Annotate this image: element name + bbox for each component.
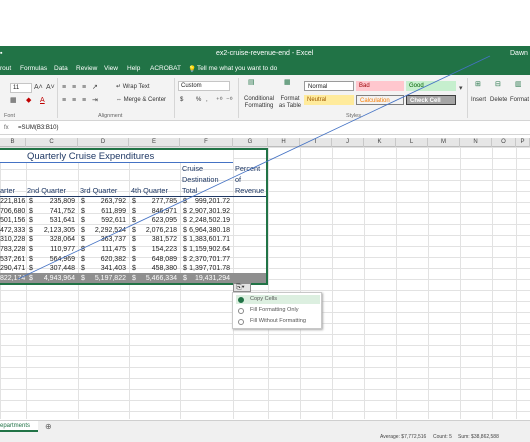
- status-count: Count: 5: [433, 434, 452, 440]
- paste-options-menu: Copy Cells Fill Formatting Only Fill Wit…: [232, 292, 322, 329]
- status-average: Average: $7,772,516: [380, 434, 427, 440]
- sheet-tab-bar: epartments ⊕: [0, 420, 530, 432]
- connector-line: [17, 55, 491, 280]
- connector-line-layer: [17, 55, 491, 280]
- status-bar: Average: $7,772,516 Count: 5 Sum: $38,86…: [0, 432, 530, 442]
- paste-options-button[interactable]: ⎘▾: [233, 283, 251, 292]
- paste-option-fill-formatting[interactable]: Fill Formatting Only: [250, 307, 299, 313]
- radio-copy-cells[interactable]: [238, 297, 244, 303]
- paste-option-copy-cells[interactable]: Copy Cells: [250, 296, 277, 302]
- status-sum: Sum: $38,862,588: [458, 434, 499, 440]
- radio-fill-without-formatting[interactable]: [238, 319, 244, 325]
- add-sheet-icon[interactable]: ⊕: [45, 422, 52, 431]
- paste-option-fill-without-formatting[interactable]: Fill Without Formatting: [250, 318, 306, 324]
- sheet-tab-active[interactable]: epartments: [0, 421, 38, 432]
- clipboard-icon: ⎘▾: [236, 284, 245, 291]
- menu-highlight: [236, 295, 320, 304]
- radio-fill-formatting[interactable]: [238, 308, 244, 314]
- sheet-tab-label: epartments: [0, 423, 31, 429]
- excel-window: ▪ ex2-cruise-revenue-end - Excel Dawn ro…: [0, 0, 530, 442]
